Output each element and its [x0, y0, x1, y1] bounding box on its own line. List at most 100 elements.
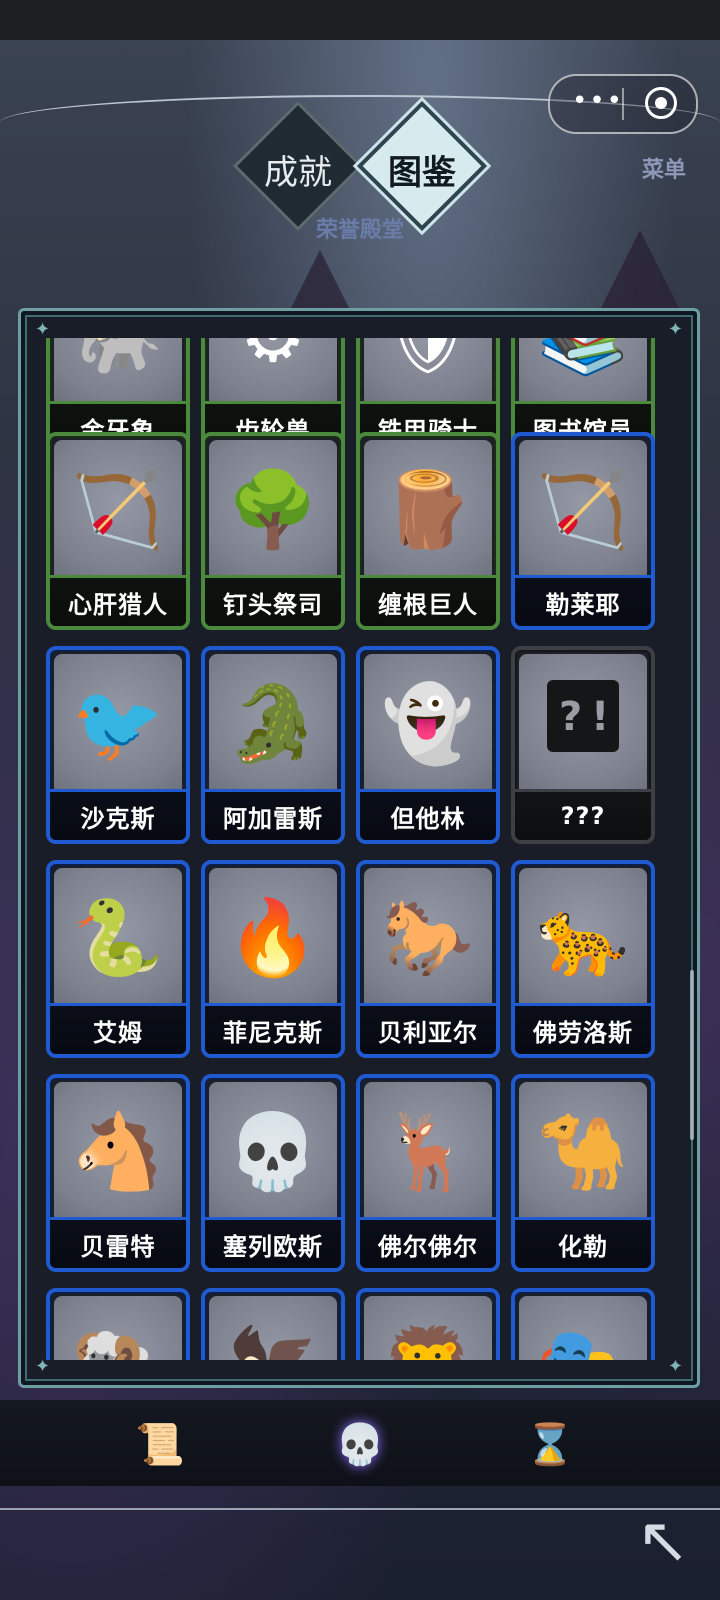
card-name: 贝雷特 — [50, 1217, 186, 1268]
codex-card[interactable]: 🦁 — [356, 1288, 500, 1360]
back-arrow-icon[interactable]: ↖ — [628, 1506, 698, 1576]
shadow-spirit-icon: 👻 — [381, 681, 475, 767]
codex-card[interactable]: 🐏 — [46, 1288, 190, 1360]
card-portrait: 🌳 — [209, 440, 337, 578]
codex-card[interactable]: 🪵 缠根巨人 — [356, 432, 500, 630]
card-portrait: 🐏 — [54, 1296, 182, 1360]
dark-crow-icon: 🦅 — [223, 1306, 323, 1360]
raven-icon: 🐦 — [71, 681, 165, 767]
codex-card[interactable]: 🐎 贝利亚尔 — [356, 860, 500, 1058]
card-name: 心肝猎人 — [50, 575, 186, 626]
skeleton-rider-icon: 💀 — [226, 1109, 320, 1195]
bottom-frame — [0, 1508, 720, 1510]
scroll-icon[interactable]: 📜 — [130, 1416, 190, 1472]
codex-card[interactable]: 🦌 佛尔佛尔 — [356, 1074, 500, 1272]
mini-program-capsule: ••• — [548, 74, 698, 134]
card-name: 阿加雷斯 — [205, 789, 341, 840]
codex-card[interactable]: 🏹 心肝猎人 — [46, 432, 190, 630]
card-portrait: 🐎 — [364, 868, 492, 1006]
hunter-icon: 🏹 — [71, 467, 165, 553]
card-portrait: 🐘 — [54, 338, 182, 404]
card-name: 艾姆 — [50, 1003, 186, 1054]
codex-card[interactable]: ?!??? — [511, 646, 655, 844]
status-bar — [0, 0, 720, 40]
tab-achievements-label[interactable]: 成就 — [238, 145, 358, 194]
codex-card[interactable]: 🐴 贝雷特 — [46, 1074, 190, 1272]
card-name: ??? — [515, 789, 651, 840]
winged-stag-icon: 🦌 — [381, 1109, 475, 1195]
card-portrait: 🔥 — [209, 868, 337, 1006]
card-portrait: ⚙ — [209, 338, 337, 404]
scrollbar[interactable] — [690, 970, 694, 1140]
archer-icon: 🏹 — [536, 467, 630, 553]
fire-serpent-icon: 🐍 — [71, 895, 165, 981]
codex-card[interactable]: 🦅 — [201, 1288, 345, 1360]
horse-rider-icon: 🐴 — [71, 1109, 165, 1195]
tree-priest-icon: 🌳 — [226, 467, 320, 553]
card-portrait: 🪵 — [364, 440, 492, 578]
codex-card[interactable]: 🐆 佛劳洛斯 — [511, 860, 655, 1058]
hall-of-honor-label: 荣誉殿堂 — [315, 218, 404, 243]
knight-icon: 🛡 — [378, 338, 478, 396]
crocodile-rider-icon: 🐊 — [226, 681, 320, 767]
capsule-divider — [622, 88, 624, 120]
card-portrait: 🐊 — [209, 654, 337, 792]
card-portrait: 🛡 — [364, 338, 492, 404]
hourglass-icon[interactable]: ⌛ — [520, 1416, 580, 1472]
card-portrait: 🎭 — [519, 1296, 647, 1360]
flame-panther-icon: 🐆 — [536, 895, 630, 981]
root-giant-icon: 🪵 — [381, 467, 475, 553]
codex-card[interactable]: 🐦 沙克斯 — [46, 646, 190, 844]
plague-doctor-icon: 🎭 — [533, 1306, 633, 1360]
corner-ornament: ✦ — [667, 319, 683, 340]
codex-grid[interactable]: 🐘金牙象⚙齿轮兽🛡铁甲骑士📚图书馆员🏹心肝猎人🌳钉头祭司🪵缠根巨人🏹勒莱耶🐦沙克… — [28, 338, 688, 1360]
card-name: 化勒 — [515, 1217, 651, 1268]
card-name: 菲尼克斯 — [205, 1003, 341, 1054]
tab-codex-label[interactable]: 图鉴 — [362, 145, 482, 194]
card-portrait: 🏹 — [519, 440, 647, 578]
card-portrait: 🦅 — [209, 1296, 337, 1360]
skull-icon[interactable]: 💀 — [330, 1416, 390, 1472]
exclamation-glyph: ! — [591, 694, 610, 740]
card-name: 贝利亚尔 — [360, 1003, 496, 1054]
card-portrait: 👻 — [364, 654, 492, 792]
card-portrait: 🦁 — [364, 1296, 492, 1360]
card-portrait: 📚 — [519, 338, 647, 404]
ram-horn-elder-icon: 🐏 — [68, 1306, 168, 1360]
phoenix-icon: 🔥 — [226, 895, 320, 981]
fire-chariot-icon: 🐎 — [381, 895, 475, 981]
mystery-box-icon: ?! — [547, 680, 619, 752]
codex-card[interactable]: 🏹 勒莱耶 — [511, 432, 655, 630]
elephant-icon: 🐘 — [68, 338, 168, 396]
lion-sword-icon: 🦁 — [378, 1306, 478, 1360]
card-portrait: 🐪 — [519, 1082, 647, 1220]
more-icon[interactable]: ••• — [572, 86, 624, 116]
librarian-icon: 📚 — [533, 338, 633, 396]
codex-card[interactable]: 🎭 — [511, 1288, 655, 1360]
card-name: 钉头祭司 — [205, 575, 341, 626]
card-name: 但他林 — [360, 789, 496, 840]
question-mark-glyph: ? — [559, 694, 583, 740]
card-portrait: 💀 — [209, 1082, 337, 1220]
card-name: 塞列欧斯 — [205, 1217, 341, 1268]
codex-card[interactable]: 🔥 菲尼克斯 — [201, 860, 345, 1058]
card-portrait: 🐴 — [54, 1082, 182, 1220]
codex-card[interactable]: 🐊 阿加雷斯 — [201, 646, 345, 844]
card-portrait: 🦌 — [364, 1082, 492, 1220]
gear-beast-icon: ⚙ — [223, 338, 323, 396]
card-name: 佛劳洛斯 — [515, 1003, 651, 1054]
card-portrait: 🐦 — [54, 654, 182, 792]
bottom-nav: 📜 💀 ⌛ — [0, 1400, 720, 1600]
card-portrait: 🐍 — [54, 868, 182, 1006]
codex-card[interactable]: 👻 但他林 — [356, 646, 500, 844]
codex-card[interactable]: 🐪 化勒 — [511, 1074, 655, 1272]
card-portrait: ?! — [519, 654, 647, 792]
codex-card[interactable]: 🐍 艾姆 — [46, 860, 190, 1058]
camel-rider-icon: 🐪 — [536, 1109, 630, 1195]
codex-card[interactable]: 🌳 钉头祭司 — [201, 432, 345, 630]
codex-card[interactable]: 💀 塞列欧斯 — [201, 1074, 345, 1272]
close-icon[interactable] — [645, 87, 677, 119]
card-name: 勒莱耶 — [515, 575, 651, 626]
card-portrait: 🐆 — [519, 868, 647, 1006]
card-portrait: 🏹 — [54, 440, 182, 578]
